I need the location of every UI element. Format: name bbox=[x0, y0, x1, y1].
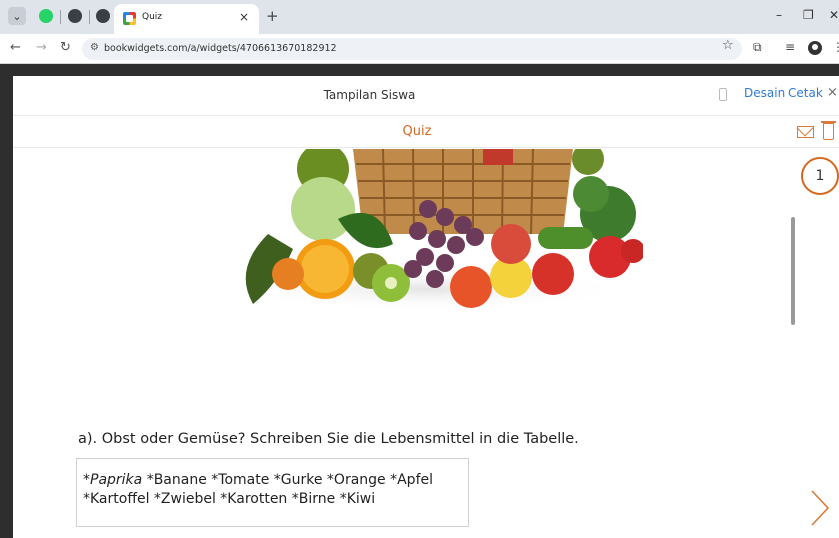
plus-icon[interactable]: + bbox=[266, 7, 279, 25]
phone-icon[interactable] bbox=[719, 88, 727, 101]
quiz-bar: Quiz bbox=[13, 117, 839, 148]
close-icon[interactable]: × bbox=[239, 10, 249, 24]
close-icon[interactable]: × bbox=[827, 85, 838, 100]
trash-icon[interactable] bbox=[821, 121, 836, 140]
design-link[interactable]: Desain bbox=[744, 86, 785, 100]
address-toolbar: ← → ↻ ⚙ bookwidgets.com/a/widgets/470661… bbox=[0, 34, 839, 64]
next-arrow-icon[interactable] bbox=[809, 489, 831, 527]
profile-icon[interactable] bbox=[808, 41, 822, 55]
scrollbar[interactable] bbox=[791, 217, 795, 325]
extensions-icon[interactable]: ⧉ bbox=[753, 40, 762, 55]
fruit-vegetable-image bbox=[228, 149, 643, 311]
star-icon[interactable]: ☆ bbox=[722, 38, 734, 53]
word-bank-line-1: *Paprika *Banane *Tomate *Gurke *Orange … bbox=[83, 471, 468, 490]
word-paprika: *Paprika bbox=[83, 472, 143, 488]
extension-icon[interactable] bbox=[68, 9, 82, 23]
back-icon[interactable]: ← bbox=[10, 40, 21, 55]
dialog-title: Tampilan Siswa bbox=[323, 88, 416, 102]
url-text[interactable]: bookwidgets.com/a/widgets/47066136701829… bbox=[104, 43, 337, 54]
tab-separator bbox=[60, 10, 61, 24]
step-badge[interactable]: 1 bbox=[801, 157, 839, 195]
word-bank: *Paprika *Banane *Tomate *Gurke *Orange … bbox=[76, 458, 469, 527]
address-bar[interactable]: ⚙ bookwidgets.com/a/widgets/470661367018… bbox=[82, 38, 742, 60]
word-bank-line-2: *Kartoffel *Zwiebel *Karotten *Birne *Ki… bbox=[83, 491, 376, 507]
print-link[interactable]: Cetak bbox=[788, 86, 823, 100]
extension-icon[interactable] bbox=[96, 9, 110, 23]
reload-icon[interactable]: ↻ bbox=[60, 40, 71, 55]
quiz-title: Quiz bbox=[402, 124, 432, 139]
chevron-down-icon[interactable]: ⌄ bbox=[8, 7, 26, 25]
question-text: a). Obst oder Gemüse? Schreiben Sie die … bbox=[78, 431, 579, 447]
word-list-1: *Banane *Tomate *Gurke *Orange *Apfel bbox=[142, 472, 434, 488]
student-view-dialog: Tampilan Siswa Desain Cetak × Quiz 1 a).… bbox=[13, 76, 839, 538]
mail-icon[interactable] bbox=[797, 126, 814, 138]
menu-icon[interactable]: ⋮ bbox=[832, 40, 839, 54]
dialog-header: Tampilan Siswa Desain Cetak × bbox=[13, 76, 839, 116]
browser-window: ⌄ Quiz × + – ❐ ✕ ← → ↻ ⚙ bookwidgets.com… bbox=[0, 0, 839, 538]
tab-separator bbox=[89, 10, 90, 24]
whatsapp-icon[interactable] bbox=[39, 9, 53, 23]
reading-list-icon[interactable]: ≡ bbox=[785, 40, 795, 54]
restore-icon[interactable]: ❐ bbox=[803, 8, 814, 22]
quiz-favicon bbox=[123, 12, 136, 25]
forward-icon[interactable]: → bbox=[36, 40, 47, 55]
site-settings-icon[interactable]: ⚙ bbox=[90, 42, 99, 53]
close-icon[interactable]: ✕ bbox=[829, 8, 839, 22]
quiz-content: 1 a). Obst oder Gemüse? Schreiben Sie di… bbox=[13, 149, 839, 538]
minimize-icon[interactable]: – bbox=[776, 8, 782, 22]
tab-quiz[interactable]: Quiz × bbox=[114, 4, 259, 34]
tab-title: Quiz bbox=[142, 12, 163, 22]
tab-strip: ⌄ Quiz × + – ❐ ✕ bbox=[0, 0, 839, 34]
